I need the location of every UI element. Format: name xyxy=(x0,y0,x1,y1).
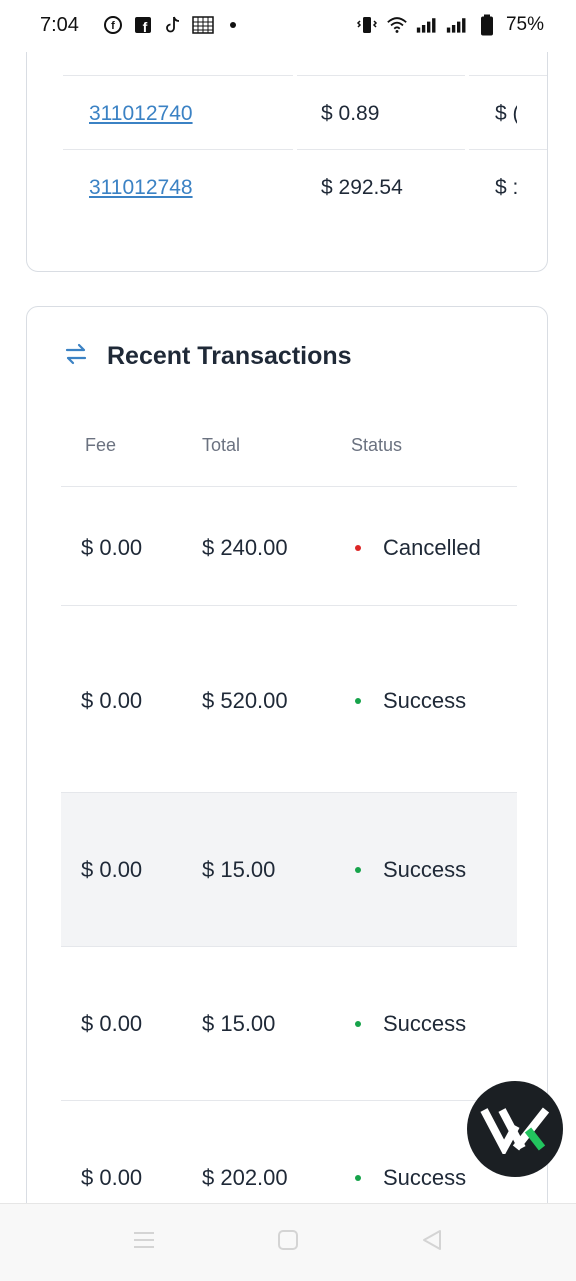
recent-transactions-card: Recent Transactions Fee Total Status $ 0… xyxy=(26,306,548,1246)
amount-cell: $ 0.89 xyxy=(321,102,380,125)
status-text: Success xyxy=(383,857,467,882)
divider xyxy=(297,75,465,76)
column-header-fee: Fee xyxy=(85,435,117,455)
divider xyxy=(469,75,547,76)
fee-cell: $ 0.00 xyxy=(81,688,143,713)
status-dot-icon xyxy=(355,698,361,704)
status-text: Success xyxy=(383,1165,467,1190)
wifi-icon xyxy=(386,14,408,36)
status-cell: Success xyxy=(355,1165,466,1191)
amount-cell-clipped: $ : xyxy=(495,176,517,199)
fee-cell: $ 0.00 xyxy=(81,1011,143,1036)
status-dot-icon xyxy=(355,1021,361,1027)
amount-cell-clipped: $ ( xyxy=(495,102,517,125)
table-row[interactable]: $ 0.00 $ 15.00 Success xyxy=(61,947,517,1100)
floating-app-button[interactable] xyxy=(467,1081,563,1177)
svg-text:f: f xyxy=(143,19,148,34)
signal-icon xyxy=(416,14,438,36)
amount-cell: $ 292.54 xyxy=(321,176,403,199)
total-cell: $ 15.00 xyxy=(202,1011,276,1036)
grid-calendar-icon xyxy=(192,14,214,36)
svg-text:f: f xyxy=(111,20,115,32)
battery-icon xyxy=(476,14,498,36)
fee-cell: $ 0.00 xyxy=(81,857,143,882)
status-dot-icon xyxy=(355,545,361,551)
system-icons: 75% xyxy=(356,14,544,36)
total-cell: $ 202.00 xyxy=(202,1165,288,1190)
status-cell: Success xyxy=(355,857,466,883)
status-cell: Success xyxy=(355,688,466,714)
home-icon[interactable] xyxy=(277,1228,299,1257)
tiktok-icon xyxy=(162,14,184,36)
battery-percentage: 75% xyxy=(505,14,544,35)
status-time: 7:04 xyxy=(40,14,79,36)
divider xyxy=(63,75,293,76)
divider xyxy=(297,149,465,150)
table-row[interactable]: $ 0.00 $ 15.00 Success xyxy=(61,793,517,946)
status-cell: Cancelled xyxy=(355,535,481,561)
order-link[interactable]: 311012748 xyxy=(89,176,193,200)
fee-cell: $ 0.00 xyxy=(81,535,143,560)
status-bar: 7:04 f f 75% xyxy=(0,0,576,52)
signal-icon xyxy=(446,14,468,36)
facebook-icon: f xyxy=(132,14,154,36)
back-icon[interactable] xyxy=(420,1228,444,1257)
recents-icon[interactable] xyxy=(132,1228,156,1257)
card-title: Recent Transactions xyxy=(107,342,352,370)
arrows-exchange-icon xyxy=(63,341,89,372)
order-link[interactable]: 311012740 xyxy=(89,102,193,126)
status-dot-icon xyxy=(355,867,361,873)
column-header-status: Status xyxy=(351,435,403,455)
status-text: Cancelled xyxy=(383,535,481,560)
total-cell: $ 520.00 xyxy=(202,688,288,713)
vibrate-icon xyxy=(356,14,378,36)
card-header: Recent Transactions xyxy=(63,341,352,372)
total-cell: $ 15.00 xyxy=(202,857,276,882)
fee-cell: $ 0.00 xyxy=(81,1165,143,1190)
system-nav-bar xyxy=(0,1203,576,1281)
divider xyxy=(469,149,547,150)
dot-icon xyxy=(222,14,244,36)
status-text: Success xyxy=(383,1011,467,1036)
table-row[interactable]: $ 0.00 $ 240.00 Cancelled xyxy=(61,487,517,605)
total-cell: $ 240.00 xyxy=(202,535,288,560)
column-header-total: Total xyxy=(202,435,241,455)
table-row[interactable]: $ 0.00 $ 520.00 Success xyxy=(61,606,517,792)
status-cell: Success xyxy=(355,1011,466,1037)
logo-icon xyxy=(480,1107,550,1154)
status-text: Success xyxy=(383,688,467,713)
facebook-messenger-icon: f xyxy=(102,14,124,36)
divider xyxy=(63,149,293,150)
status-dot-icon xyxy=(355,1175,361,1181)
notification-icons: f f xyxy=(102,14,244,36)
